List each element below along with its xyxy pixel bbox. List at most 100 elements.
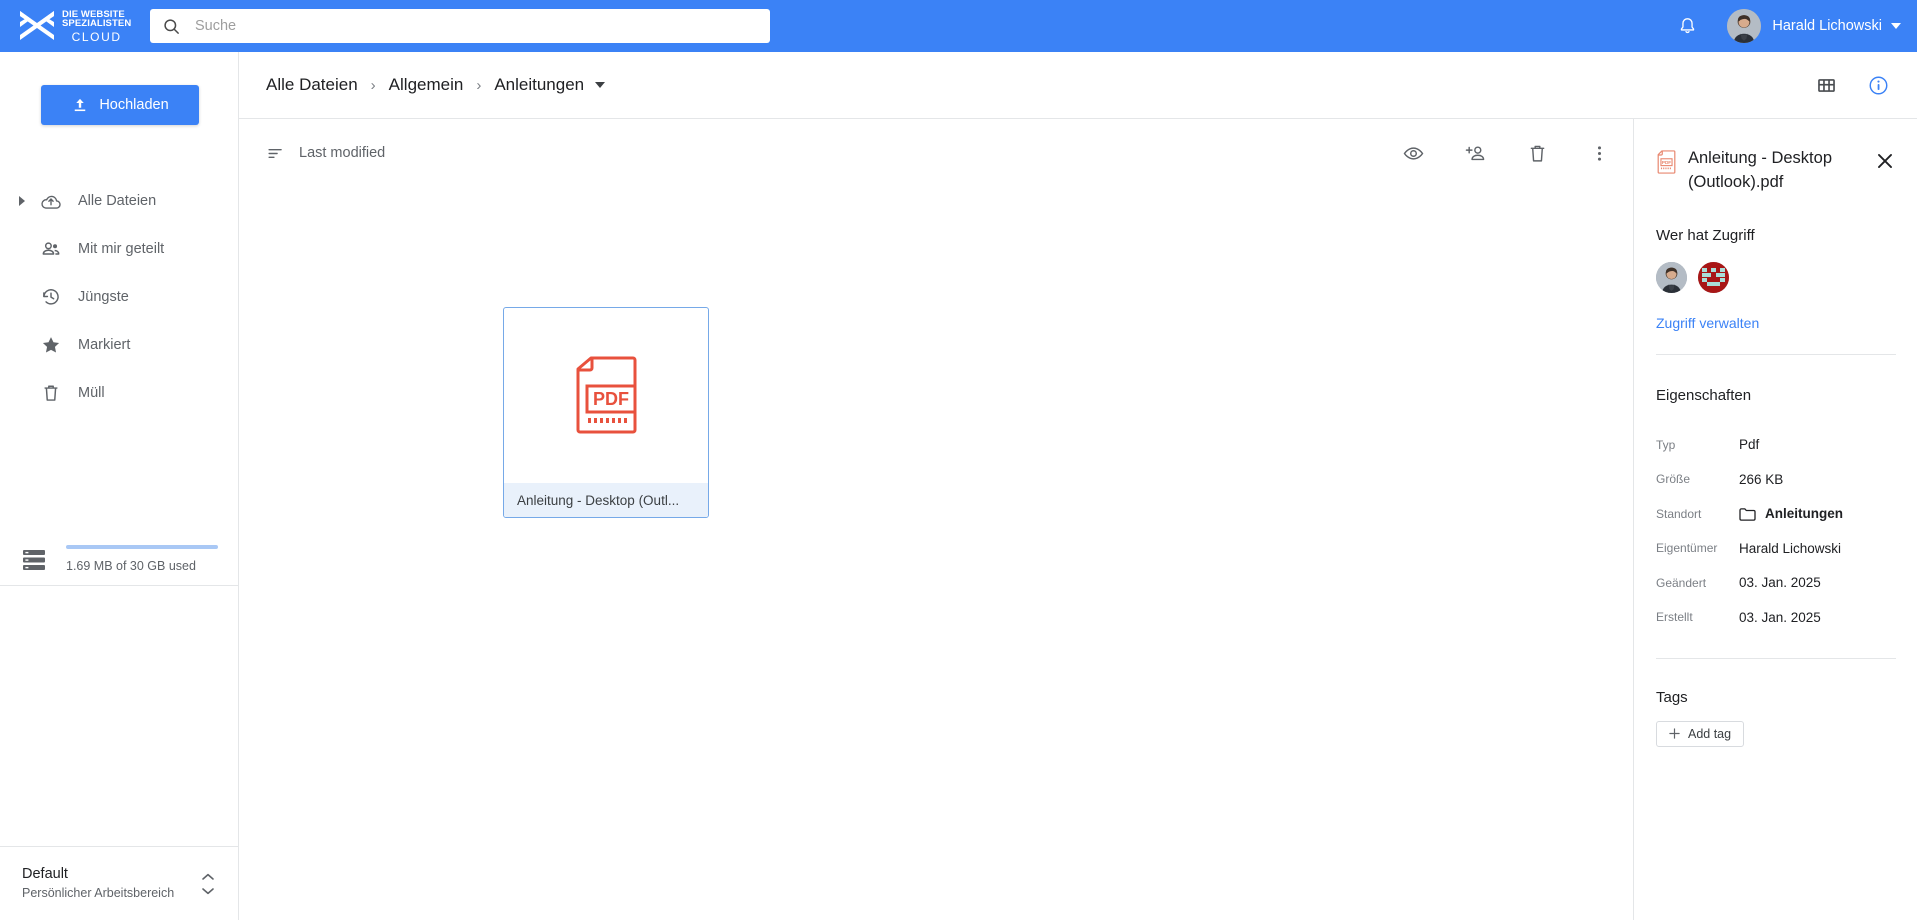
app-logo[interactable]: DIE WEBSITE SPEZIALISTEN CLOUD <box>18 6 138 46</box>
properties-list: Typ Pdf Größe 266 KB Standort Anleitunge… <box>1656 428 1896 635</box>
breadcrumb-item-1[interactable]: Allgemein <box>389 75 464 95</box>
add-tag-label: Add tag <box>1688 726 1732 741</box>
property-key: Größe <box>1656 472 1691 487</box>
access-section-title: Wer hat Zugriff <box>1656 226 1755 244</box>
main-content: Alle Dateien › Allgemein › Anleitungen L… <box>239 52 1917 920</box>
access-avatars <box>1656 261 1896 293</box>
cloud-upload-icon <box>40 190 62 212</box>
expand-arrow-icon[interactable] <box>19 196 25 206</box>
sidebar-item-label: Müll <box>78 385 105 401</box>
sidebar-item-label: Mit mir geteilt <box>78 241 165 257</box>
caret-down-icon[interactable] <box>595 82 606 88</box>
pdf-file-icon: PDF <box>1657 150 1676 174</box>
person-add-icon[interactable] <box>1462 140 1488 166</box>
grid-view-icon[interactable] <box>1813 72 1839 98</box>
file-thumbnail: PDF <box>504 308 708 483</box>
breadcrumb-item-2[interactable]: Anleitungen <box>494 75 584 95</box>
avatar[interactable] <box>1727 9 1762 43</box>
file-card[interactable]: PDF Anleitung - Desktop (Outl... <box>503 307 709 518</box>
workspace-name: Default <box>22 866 68 883</box>
sort-button[interactable]: Last modified <box>266 144 385 163</box>
top-bar: DIE WEBSITE SPEZIALISTEN CLOUD Suche Har… <box>0 0 1917 52</box>
property-value: 03. Jan. 2025 <box>1739 609 1821 625</box>
property-key: Erstellt <box>1656 610 1693 625</box>
trash-icon[interactable] <box>1524 140 1550 166</box>
logo-x-icon <box>20 11 54 40</box>
property-value: Harald Lichowski <box>1739 540 1842 556</box>
avatar-photo <box>1727 9 1762 43</box>
svg-text:PDF: PDF <box>593 389 629 409</box>
details-panel: PDF Anleitung - Desktop (Outlook).pdf We… <box>1635 119 1917 920</box>
sidebar-item-juengste[interactable]: Jüngste <box>0 273 239 321</box>
property-row-erstellt: Erstellt 03. Jan. 2025 <box>1656 600 1896 635</box>
property-key: Eigentümer <box>1656 541 1718 556</box>
sidebar-item-alle-dateien[interactable]: Alle Dateien <box>0 177 239 225</box>
details-title: Anleitung - Desktop (Outlook).pdf <box>1688 149 1832 191</box>
plus-icon <box>1669 728 1680 739</box>
notifications-button[interactable] <box>1667 6 1707 46</box>
workspace-switcher[interactable]: Default Persönlicher Arbeitsbereich <box>0 846 239 920</box>
sidebar-item-muell[interactable]: Müll <box>0 369 239 417</box>
property-key: Typ <box>1656 437 1676 452</box>
info-icon[interactable] <box>1865 72 1891 98</box>
property-key: Geändert <box>1656 575 1707 590</box>
bell-icon <box>1680 17 1695 33</box>
storage-progress-fill <box>66 545 218 549</box>
avatar[interactable] <box>1656 261 1687 293</box>
folder-icon <box>1739 508 1756 521</box>
upload-icon <box>75 98 86 112</box>
history-clock-icon <box>40 286 62 308</box>
property-value: 266 KB <box>1739 471 1784 487</box>
add-tag-button[interactable]: Add tag <box>1656 720 1745 747</box>
breadcrumb-item-0[interactable]: Alle Dateien <box>266 75 358 95</box>
search-icon <box>164 18 179 34</box>
eye-icon[interactable] <box>1400 140 1426 166</box>
storage-progress-track <box>66 545 218 549</box>
upload-button[interactable]: Hochladen <box>41 85 199 125</box>
panel-divider <box>1656 657 1896 659</box>
breadcrumb-bar: Alle Dateien › Allgemein › Anleitungen <box>239 52 1917 119</box>
tags-section-title: Tags <box>1656 688 1688 706</box>
properties-section-title: Eigenschaften <box>1656 386 1752 404</box>
sidebar-item-label: Markiert <box>78 337 131 353</box>
pdf-file-icon: PDF <box>576 356 637 433</box>
trash-icon <box>40 382 62 404</box>
upload-button-label: Hochladen <box>99 97 169 113</box>
file-actions <box>1400 140 1612 166</box>
sidebar-item-markiert[interactable]: Markiert <box>0 321 239 369</box>
property-key: Standort <box>1656 506 1702 521</box>
chevron-up-down-icon[interactable] <box>199 873 217 895</box>
logo-line-2: SPEZIALISTEN <box>62 18 132 29</box>
workspace-subtitle: Persönlicher Arbeitsbereich <box>22 885 175 900</box>
property-value: Anleitungen <box>1765 506 1843 522</box>
manage-access-link[interactable]: Zugriff verwalten <box>1656 315 1896 331</box>
property-value-location[interactable]: Anleitungen <box>1739 506 1843 521</box>
star-icon <box>40 334 62 356</box>
storage-usage-text: 1.69 MB of 30 GB used <box>66 559 196 573</box>
property-value: 03. Jan. 2025 <box>1739 575 1821 591</box>
sidebar-item-label: Alle Dateien <box>78 193 157 209</box>
close-icon[interactable] <box>1874 150 1896 172</box>
sort-icon <box>268 148 282 158</box>
property-row-eigentuemer: Eigentümer Harald Lichowski <box>1656 531 1896 566</box>
sidebar-item-mit-mir-geteilt[interactable]: Mit mir geteilt <box>0 225 239 273</box>
avatar-photo <box>1656 261 1687 293</box>
breadcrumb-actions <box>1813 72 1891 98</box>
property-row-standort: Standort Anleitungen <box>1656 497 1896 532</box>
property-row-groesse: Größe 266 KB <box>1656 462 1896 497</box>
property-row-geaendert: Geändert 03. Jan. 2025 <box>1656 566 1896 601</box>
user-area: Harald Lichowski <box>1667 0 1901 52</box>
server-storage-icon <box>23 550 45 570</box>
search-input[interactable] <box>195 18 758 34</box>
storage-indicator: 1.69 MB of 30 GB used <box>0 542 239 573</box>
property-value: Pdf <box>1739 437 1760 453</box>
chevron-down-icon[interactable] <box>1891 23 1901 29</box>
file-browser: Last modified PDF Anleitung - Desktop (O… <box>239 119 1634 920</box>
file-name: Anleitung - Desktop (Outl... <box>504 483 708 517</box>
sidebar-divider <box>0 585 239 586</box>
more-vertical-icon[interactable] <box>1586 140 1612 166</box>
property-row-typ: Typ Pdf <box>1656 428 1896 463</box>
identicon-avatar <box>1698 261 1729 293</box>
avatar[interactable] <box>1698 261 1729 293</box>
search-bar[interactable] <box>150 9 770 43</box>
